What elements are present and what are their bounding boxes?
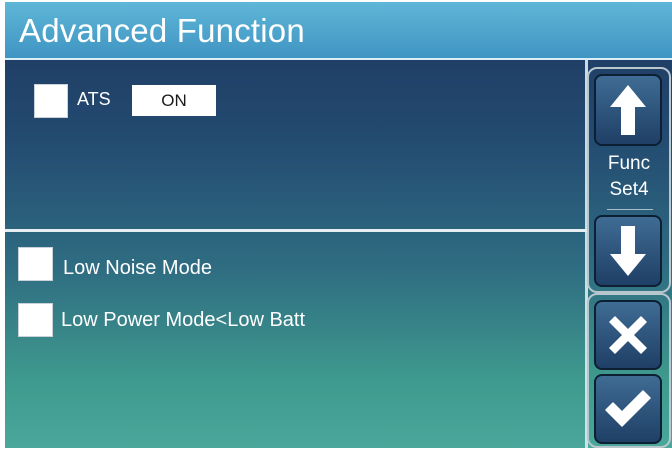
ats-checkbox[interactable] [34, 84, 68, 118]
page-up-button[interactable] [594, 74, 662, 146]
low-noise-mode-label: Low Noise Mode [63, 257, 212, 279]
func-set-label-line1: Func [607, 153, 651, 174]
action-group [587, 293, 671, 448]
func-set-underline [607, 209, 653, 210]
page-title: Advanced Function [19, 12, 305, 49]
section-divider [5, 229, 587, 232]
low-noise-mode-checkbox[interactable] [18, 247, 53, 281]
ats-mode-select[interactable]: ON [132, 85, 216, 116]
arrow-up-icon [610, 85, 646, 135]
checkmark-icon [605, 390, 651, 427]
settings-screen: Advanced Function ATS ON Low Noise Mode … [5, 2, 672, 448]
confirm-button[interactable] [594, 374, 662, 444]
title-bar: Advanced Function [5, 2, 672, 60]
func-set-label-line2: Set4 [609, 179, 649, 200]
arrow-down-icon [610, 226, 646, 276]
page-down-button[interactable] [594, 215, 662, 287]
page-nav-group: Func Set4 [587, 67, 671, 293]
low-power-mode-checkbox[interactable] [18, 303, 53, 337]
close-icon [609, 316, 647, 354]
ats-label: ATS [77, 89, 111, 109]
low-power-mode-label: Low Power Mode<Low Batt [61, 309, 306, 331]
cancel-button[interactable] [594, 300, 662, 370]
